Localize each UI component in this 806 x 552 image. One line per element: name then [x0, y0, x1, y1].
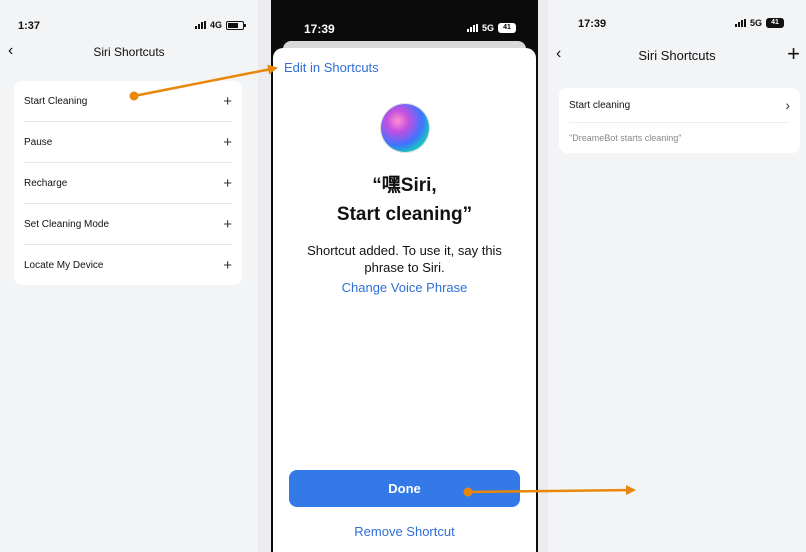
shortcut-phrase: "DreameBot starts cleaning" — [569, 133, 682, 143]
screen-siri-confirmation: 17:39 5G 41 Edit in Shortcuts “嘿Siri, St… — [271, 0, 538, 552]
screen-shortcut-added: 17:39 5G 41 ‹ Siri Shortcuts + Start cle… — [548, 0, 806, 552]
nav-bar: ‹ Siri Shortcuts — [0, 38, 258, 68]
list-item-start-cleaning[interactable]: Start cleaning › — [569, 88, 790, 123]
page-title: Siri Shortcuts — [93, 45, 165, 59]
chevron-right-icon: › — [785, 97, 790, 113]
signal-icon — [734, 19, 746, 27]
add-icon[interactable]: + — [223, 216, 232, 233]
status-time: 17:39 — [304, 22, 335, 36]
network-label: 4G — [209, 20, 222, 30]
network-label: 5G — [481, 23, 494, 33]
list-item-pause[interactable]: Pause + — [24, 122, 232, 163]
add-icon[interactable]: + — [223, 93, 232, 110]
add-icon[interactable]: + — [223, 175, 232, 192]
battery-icon — [226, 20, 246, 30]
done-button[interactable]: Done — [289, 470, 520, 507]
list-item-set-cleaning-mode[interactable]: Set Cleaning Mode + — [24, 204, 232, 245]
page-title: Siri Shortcuts — [638, 48, 716, 63]
remove-shortcut-link[interactable]: Remove Shortcut — [273, 524, 536, 539]
modal-sheet: Edit in Shortcuts “嘿Siri, Start cleaning… — [273, 48, 536, 552]
list-item-locate-my-device[interactable]: Locate My Device + — [24, 245, 232, 285]
invocation-phrase: “嘿Siri, Start cleaning” — [336, 175, 473, 225]
siri-icon — [381, 104, 429, 152]
edit-in-shortcuts-link[interactable]: Edit in Shortcuts — [284, 60, 379, 75]
shortcut-added-message: Shortcut added. To use it, say this phra… — [307, 243, 502, 275]
shortcut-list: Start Cleaning + Pause + Recharge + Set Cle… — [14, 81, 242, 285]
status-time: 17:39 — [578, 18, 607, 30]
battery-icon: 41 — [498, 23, 516, 33]
screen-shortcuts-list: 1:37 4G ‹ Siri Shortcuts Start Cleaning +… — [0, 0, 258, 552]
battery-icon: 41 — [766, 18, 784, 28]
signal-icon — [466, 24, 478, 32]
list-item-start-cleaning[interactable]: Start Cleaning + — [24, 81, 232, 122]
signal-icon — [194, 21, 206, 29]
add-icon[interactable]: + — [787, 41, 800, 67]
network-label: 5G — [749, 18, 762, 28]
add-icon[interactable]: + — [223, 134, 232, 151]
change-voice-phrase-link[interactable]: Change Voice Phrase — [273, 280, 536, 295]
shortcut-card: Start cleaning › "DreameBot starts clean… — [559, 88, 800, 153]
add-icon[interactable]: + — [223, 257, 232, 274]
nav-bar: ‹ Siri Shortcuts + — [548, 41, 806, 71]
status-time: 1:37 — [18, 20, 41, 32]
list-item-recharge[interactable]: Recharge + — [24, 163, 232, 204]
